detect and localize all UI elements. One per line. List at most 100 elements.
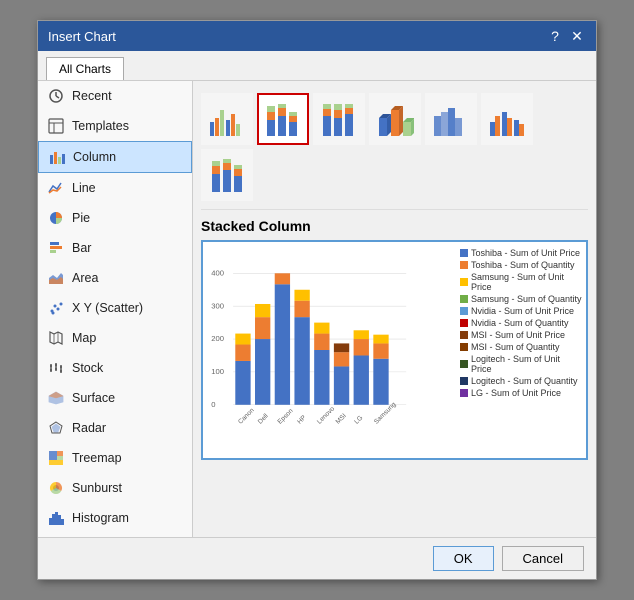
legend-color (460, 360, 468, 368)
sidebar-item-scatter[interactable]: X Y (Scatter) (38, 293, 192, 323)
sidebar-item-label: Line (72, 181, 96, 195)
legend-color (460, 307, 468, 315)
chart-type-3d-clustered[interactable] (481, 93, 533, 145)
sidebar-item-label: Bar (72, 241, 91, 255)
legend-label: Logitech - Sum of Quantity (471, 376, 578, 386)
insert-chart-dialog: Insert Chart ? ✕ All Charts Recent Templa… (37, 20, 597, 580)
sidebar-item-label: Surface (72, 391, 115, 405)
legend-item: Toshiba - Sum of Unit Price (460, 248, 582, 258)
svg-text:100: 100 (211, 367, 224, 376)
legend-label: Nvidia - Sum of Unit Price (471, 306, 574, 316)
sidebar-item-treemap[interactable]: Treemap (38, 443, 192, 473)
legend-color (460, 295, 468, 303)
templates-icon (46, 116, 66, 136)
line-icon (46, 178, 66, 198)
chart-preview-label: Stacked Column (201, 218, 588, 234)
legend-color (460, 389, 468, 397)
sidebar-item-radar[interactable]: Radar (38, 413, 192, 443)
svg-text:Lenovo: Lenovo (316, 405, 336, 425)
all-charts-tab[interactable]: All Charts (46, 57, 124, 80)
bar-icon (46, 238, 66, 258)
legend-item: MSI - Sum of Quantity (460, 342, 582, 352)
tab-row: All Charts (38, 51, 596, 81)
legend-label: LG - Sum of Unit Price (471, 388, 561, 398)
sidebar-item-histogram[interactable]: Histogram (38, 503, 192, 533)
svg-text:HP: HP (296, 414, 308, 426)
sidebar-item-templates[interactable]: Templates (38, 111, 192, 141)
chart-type-stacked-column[interactable] (257, 93, 309, 145)
treemap-icon (46, 448, 66, 468)
right-panel: Stacked Column 400 300 200 100 0 (193, 81, 596, 537)
stock-icon (46, 358, 66, 378)
sidebar-item-stock[interactable]: Stock (38, 353, 192, 383)
sidebar-item-label: Histogram (72, 511, 129, 525)
chart-type-3d-column-2[interactable] (425, 93, 477, 145)
help-button[interactable]: ? (546, 27, 564, 45)
chart-type-3d-stacked[interactable] (201, 149, 253, 201)
sidebar-item-label: Pie (72, 211, 90, 225)
map-icon (46, 328, 66, 348)
title-bar: Insert Chart ? ✕ (38, 21, 596, 51)
area-icon (46, 268, 66, 288)
legend-label: Logitech - Sum of Unit Price (471, 354, 582, 374)
svg-text:Epson: Epson (277, 407, 295, 425)
sidebar: Recent Templates Column Line Pie Bar Area X Y (… (38, 81, 193, 537)
legend-label: Samsung - Sum of Quantity (471, 294, 582, 304)
legend-color (460, 278, 468, 286)
legend-label: MSI - Sum of Unit Price (471, 330, 565, 340)
sidebar-item-surface[interactable]: Surface (38, 383, 192, 413)
sunburst-icon (46, 478, 66, 498)
column-icon (47, 147, 67, 167)
legend-color (460, 319, 468, 327)
mini-chart: 400 300 200 100 0 (203, 242, 456, 458)
sidebar-item-recent[interactable]: Recent (38, 81, 192, 111)
sidebar-item-line[interactable]: Line (38, 173, 192, 203)
legend-color (460, 261, 468, 269)
legend-color (460, 343, 468, 351)
sidebar-item-column[interactable]: Column (38, 141, 192, 173)
svg-text:LG: LG (353, 415, 364, 426)
legend-item: Toshiba - Sum of Quantity (460, 260, 582, 270)
sidebar-item-area[interactable]: Area (38, 263, 192, 293)
ok-button[interactable]: OK (433, 546, 494, 571)
legend-item: Nvidia - Sum of Unit Price (460, 306, 582, 316)
pie-icon (46, 208, 66, 228)
dialog-title: Insert Chart (48, 29, 116, 44)
sidebar-item-pie[interactable]: Pie (38, 203, 192, 233)
sidebar-item-label: Recent (72, 89, 112, 103)
histogram-icon (46, 508, 66, 528)
svg-text:Canon: Canon (237, 407, 256, 426)
svg-text:300: 300 (211, 301, 224, 310)
legend-item: MSI - Sum of Unit Price (460, 330, 582, 340)
surface-icon (46, 388, 66, 408)
sidebar-item-bar[interactable]: Bar (38, 233, 192, 263)
svg-text:0: 0 (211, 400, 215, 409)
chart-type-100-stacked-column[interactable] (313, 93, 365, 145)
legend-label: Toshiba - Sum of Quantity (471, 260, 575, 270)
chart-type-3d-column[interactable] (369, 93, 421, 145)
sidebar-item-sunburst[interactable]: Sunburst (38, 473, 192, 503)
sidebar-item-label: Area (72, 271, 98, 285)
sidebar-item-label: Stock (72, 361, 103, 375)
main-content: Recent Templates Column Line Pie Bar Area X Y (… (38, 81, 596, 537)
legend-item: LG - Sum of Unit Price (460, 388, 582, 398)
sidebar-item-label: Map (72, 331, 96, 345)
legend-label: Toshiba - Sum of Unit Price (471, 248, 580, 258)
chart-preview-area: 400 300 200 100 0 (201, 240, 588, 460)
svg-text:MSI: MSI (335, 412, 348, 425)
legend-color (460, 377, 468, 385)
svg-text:200: 200 (211, 334, 224, 343)
legend-item: Samsung - Sum of Quantity (460, 294, 582, 304)
sidebar-item-label: Column (73, 150, 116, 164)
svg-text:Dell: Dell (257, 412, 270, 425)
legend-item: Logitech - Sum of Unit Price (460, 354, 582, 374)
sidebar-item-map[interactable]: Map (38, 323, 192, 353)
sidebar-item-label: Sunburst (72, 481, 122, 495)
chart-type-clustered-column[interactable] (201, 93, 253, 145)
dialog-body: All Charts Recent Templates Column Line Pie B… (38, 51, 596, 537)
scatter-icon (46, 298, 66, 318)
legend-item: Nvidia - Sum of Quantity (460, 318, 582, 328)
sidebar-item-label: Treemap (72, 451, 122, 465)
close-button[interactable]: ✕ (568, 27, 586, 45)
cancel-button[interactable]: Cancel (502, 546, 584, 571)
